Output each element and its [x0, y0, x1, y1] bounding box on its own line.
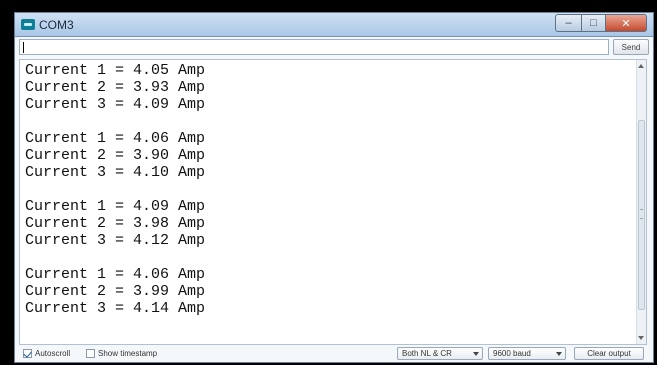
maximize-button[interactable]: □ [581, 14, 605, 32]
chevron-down-icon [473, 352, 479, 356]
minimize-icon: – [565, 17, 572, 29]
output-line: Current 2 = 3.93 Amp [25, 79, 206, 96]
input-row: Send [19, 39, 649, 57]
window-title: COM3 [39, 18, 74, 32]
status-bar: Autoscroll Show timestamp Both NL & CR 9… [19, 347, 651, 361]
serial-monitor-icon [21, 19, 35, 30]
output-line: Current 2 = 3.90 Amp [25, 147, 206, 164]
scroll-down-icon[interactable] [638, 336, 644, 340]
vertical-scrollbar[interactable] [636, 60, 646, 344]
clear-output-button[interactable]: Clear output [574, 347, 644, 360]
window-controls: – □ ✕ [555, 14, 647, 32]
autoscroll-checkbox[interactable] [23, 349, 32, 358]
line-ending-select[interactable]: Both NL & CR [397, 347, 483, 360]
scroll-up-icon[interactable] [638, 64, 644, 68]
output-line: Current 1 = 4.09 Amp [25, 198, 206, 215]
baud-value: 9600 baud [493, 349, 531, 358]
output-line: Current 3 = 4.14 Amp [25, 300, 206, 317]
minimize-button[interactable]: – [555, 14, 581, 32]
scrollbar-thumb[interactable] [638, 120, 645, 310]
chevron-down-icon [556, 352, 562, 356]
close-button[interactable]: ✕ [605, 14, 647, 32]
timestamp-checkbox[interactable] [86, 349, 95, 358]
maximize-icon: □ [590, 17, 597, 29]
title-bar: COM3 – □ ✕ [15, 13, 653, 37]
send-button[interactable]: Send [613, 39, 649, 55]
output-line: Current 1 = 4.05 Amp [25, 62, 206, 79]
output-line: Current 1 = 4.06 Amp [25, 130, 206, 147]
output-line: Current 2 = 3.99 Amp [25, 283, 206, 300]
close-icon: ✕ [621, 17, 631, 30]
line-ending-value: Both NL & CR [402, 349, 452, 358]
serial-input[interactable] [19, 39, 609, 55]
baud-select[interactable]: 9600 baud [488, 347, 566, 360]
text-caret [23, 42, 24, 53]
timestamp-label: Show timestamp [98, 349, 158, 358]
output-line: Current 1 = 4.06 Amp [25, 266, 206, 283]
autoscroll-label: Autoscroll [35, 349, 71, 358]
serial-output[interactable]: Current 1 = 4.05 Amp Current 2 = 3.93 Amp… [19, 59, 647, 345]
output-line: Current 3 = 4.12 Amp [25, 232, 206, 249]
output-line: Current 3 = 4.10 Amp [25, 164, 206, 181]
output-line: Current 2 = 3.98 Amp [25, 215, 206, 232]
output-text: Current 1 = 4.05 Amp Current 2 = 3.93 Amp… [25, 62, 205, 317]
serial-monitor-window: COM3 – □ ✕ Send Current 1 = 4.05 Amp Curr… [14, 12, 654, 363]
grip-icon [640, 209, 643, 219]
output-line: Current 3 = 4.09 Amp [25, 96, 206, 113]
